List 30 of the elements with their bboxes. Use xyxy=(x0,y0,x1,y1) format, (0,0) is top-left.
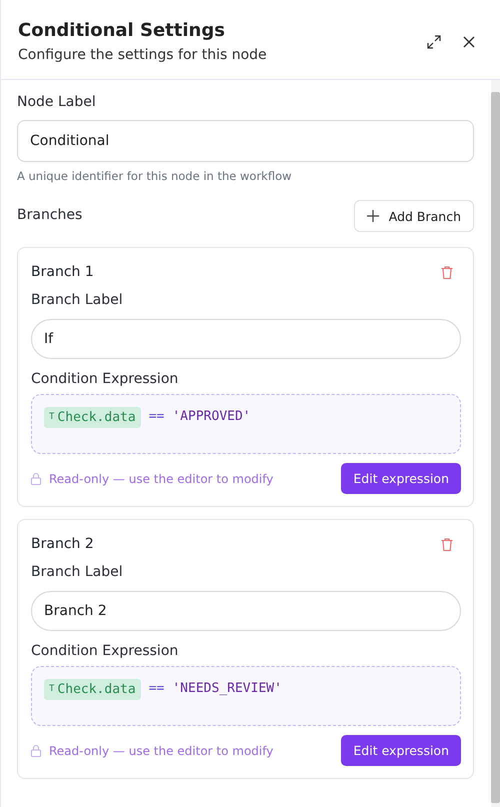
field-label: Branch Label xyxy=(31,564,124,580)
edit-expression-button[interactable]: Edit expression xyxy=(341,735,461,766)
panel-subtitle: Configure the settings for this node xyxy=(18,47,268,63)
plus-icon xyxy=(366,210,379,222)
expression-operator: == xyxy=(148,408,164,424)
field-label: Condition Expression xyxy=(31,371,180,387)
expand-icon[interactable] xyxy=(426,34,442,50)
node-label-input[interactable]: Conditional xyxy=(17,120,474,162)
branch-label-input[interactable]: If xyxy=(31,319,461,359)
readonly-note: Read-only — use the editor to modify xyxy=(49,472,274,486)
close-icon[interactable] xyxy=(462,34,476,48)
add-branch-button[interactable]: Add Branch xyxy=(354,200,474,232)
section-title: Branches xyxy=(17,207,82,223)
readonly-note: Read-only — use the editor to modify xyxy=(49,744,274,758)
expression-literal: 'NEEDS_REVIEW' xyxy=(172,680,282,696)
trash-icon[interactable] xyxy=(441,266,453,278)
branch-name: Branch 2 xyxy=(31,536,94,552)
expression-operator: == xyxy=(148,680,164,696)
field-label: Node Label xyxy=(17,94,97,110)
edit-expression-button[interactable]: Edit expression xyxy=(341,463,461,494)
field-label: Branch Label xyxy=(31,292,124,308)
help-text: A unique identifier for this node in the workflow xyxy=(17,169,293,183)
panel-title: Conditional Settings xyxy=(18,20,226,41)
trash-icon[interactable] xyxy=(441,538,453,550)
branch-label-input[interactable]: Branch 2 xyxy=(31,591,461,631)
lock-icon xyxy=(31,472,41,484)
field-label: Condition Expression xyxy=(31,643,180,659)
branch-name: Branch 1 xyxy=(31,264,94,280)
expression-literal: 'APPROVED' xyxy=(172,408,251,424)
lock-icon xyxy=(31,744,41,756)
